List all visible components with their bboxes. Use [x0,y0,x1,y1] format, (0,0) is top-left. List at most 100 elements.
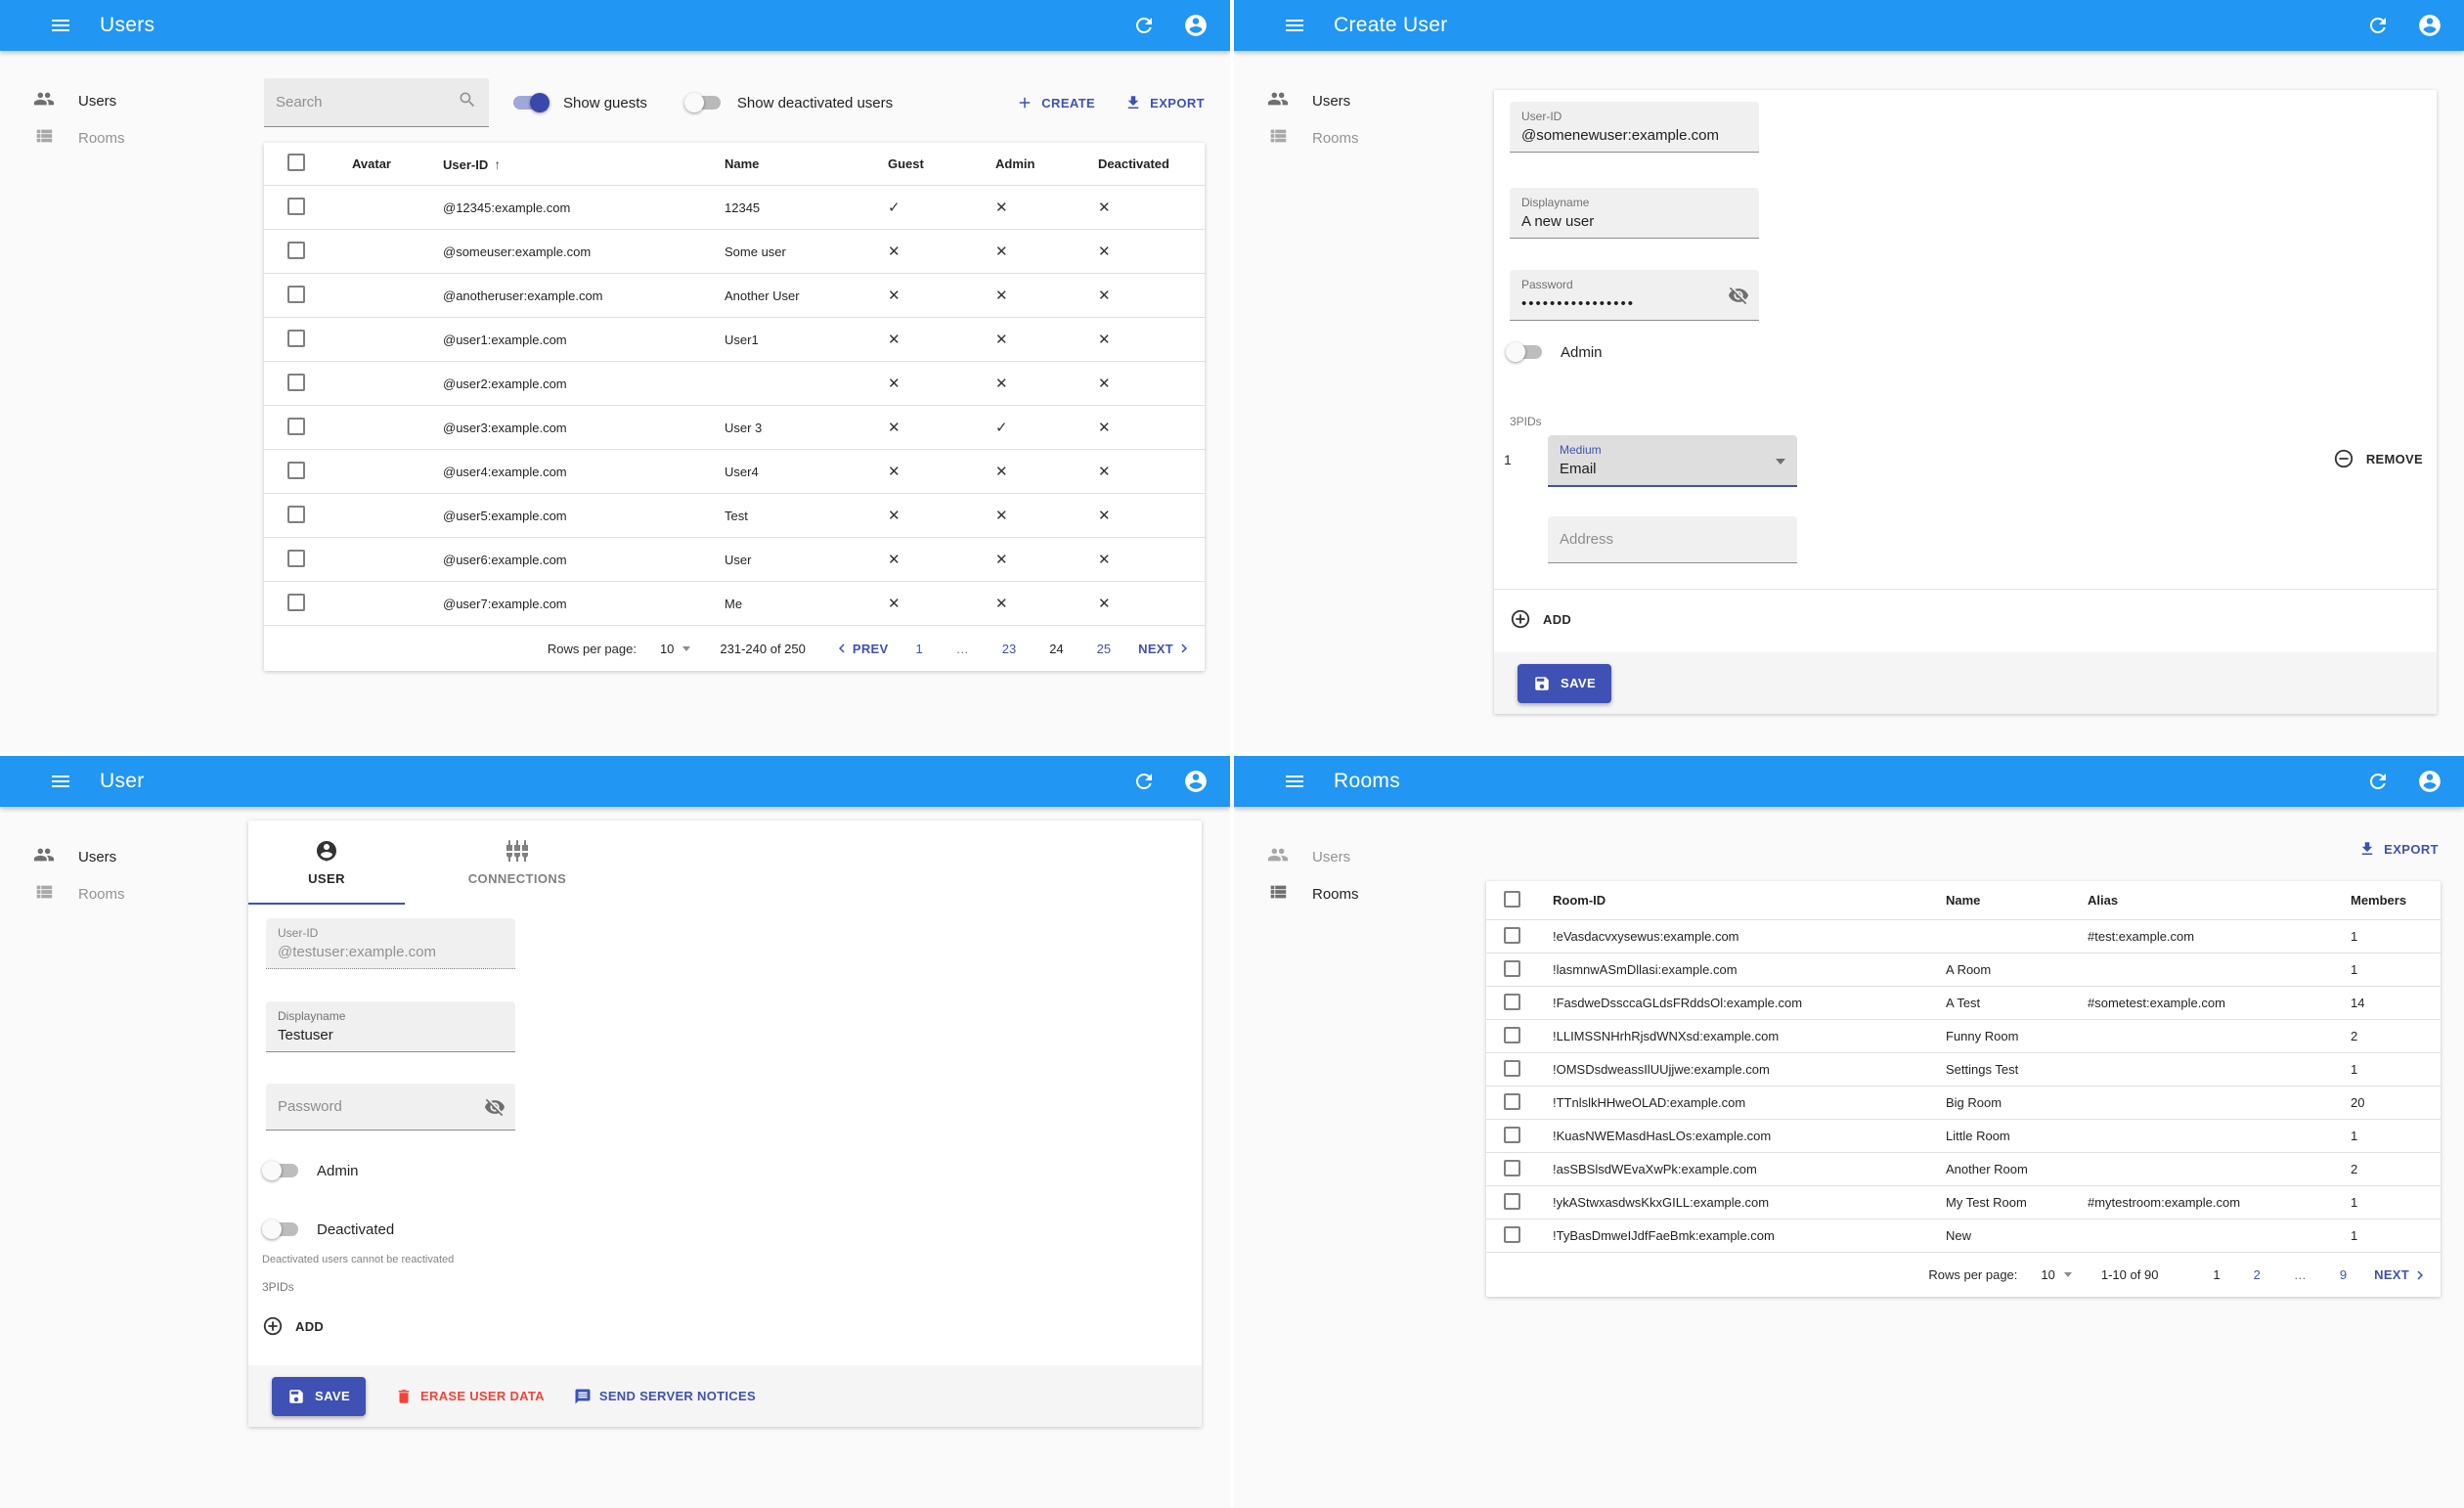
prev-page-button[interactable]: PREV [833,640,889,657]
table-row[interactable]: @user3:example.com User 3 ✕ ✓ ✕ [264,406,1205,450]
sidebar-item-rooms[interactable]: Rooms [0,119,252,156]
row-checkbox[interactable] [287,329,305,347]
visibility-off-icon[interactable] [484,1096,506,1118]
sidebar-item-users[interactable]: Users [1234,82,1486,119]
row-checkbox[interactable] [1504,1092,1520,1110]
table-row[interactable]: @anotheruser:example.com Another User ✕ ✕ ✕ [264,274,1205,318]
page-number[interactable]: 25 [1097,642,1111,656]
show-deactivated-switch[interactable] [683,91,724,114]
export-button[interactable]: EXPORT [2358,840,2439,858]
table-row[interactable]: !TTnlslkHHweOLAD:example.com Big Room 20 [1486,1087,2441,1120]
password-field[interactable]: Password [266,1084,515,1131]
page-number[interactable]: 9 [2340,1267,2347,1282]
password-field[interactable]: Password •••••••••••••••• [1510,270,1759,321]
menu-icon[interactable] [1283,770,1306,793]
next-page-button[interactable]: NEXT [2374,1266,2429,1284]
show-guests-switch[interactable] [510,91,550,114]
table-row[interactable]: !LLIMSSNHrhRjsdWNXsd:example.com Funny Ro… [1486,1020,2441,1053]
table-row[interactable]: !asSBSlsdWEvaXwPk:example.com Another Roo… [1486,1153,2441,1186]
save-button[interactable]: SAVE [272,1376,367,1416]
table-row[interactable]: !FasdweDssccaGLdsFRddsOl:example.com A Te… [1486,987,2441,1020]
menu-icon[interactable] [49,770,72,793]
account-circle-icon[interactable] [2417,13,2442,38]
header-room-id[interactable]: Room-ID [1529,893,1946,908]
account-circle-icon[interactable] [1183,769,1209,794]
row-checkbox[interactable] [1504,959,1520,977]
row-checkbox[interactable] [287,373,305,391]
row-checkbox[interactable] [287,197,305,215]
row-checkbox[interactable] [1504,1159,1520,1176]
user-id-field[interactable]: User-ID @somenewuser:example.com [1510,102,1759,153]
add-threepid-button[interactable]: ADD [1510,608,1571,630]
table-row[interactable]: @user1:example.com User1 ✕ ✕ ✕ [264,318,1205,362]
menu-icon[interactable] [49,14,72,37]
header-alias[interactable]: Alias [2088,893,2347,908]
header-name[interactable]: Name [719,156,880,171]
table-row[interactable]: @user4:example.com User4 ✕ ✕ ✕ [264,450,1205,494]
page-number[interactable]: 1 [2213,1267,2220,1282]
rows-per-page-select[interactable]: 10 [2041,1267,2072,1282]
refresh-icon[interactable] [1132,770,1156,793]
send-server-notices-button[interactable]: SEND SERVER NOTICES [574,1388,756,1405]
page-number[interactable]: 23 [1002,642,1016,656]
select-all-checkbox[interactable] [1504,890,1520,908]
row-checkbox[interactable] [287,593,305,611]
displayname-field[interactable]: Displayname A new user [1510,188,1759,239]
account-circle-icon[interactable] [2417,769,2442,794]
row-checkbox[interactable] [287,417,305,435]
displayname-field[interactable]: Displayname Testuser [266,1001,515,1052]
row-checkbox[interactable] [287,461,305,479]
table-row[interactable]: !KuasNWEMasdHasLOs:example.com Little Roo… [1486,1120,2441,1153]
tab-connections[interactable]: CONNECTIONS [405,821,630,905]
page-number[interactable]: 1 [915,642,922,656]
export-button[interactable]: EXPORT [1124,94,1205,111]
row-checkbox[interactable] [1504,993,1520,1010]
select-all-checkbox[interactable] [287,154,305,171]
deactivated-switch[interactable] [262,1218,301,1241]
table-row[interactable]: !TyBasDmweIJdfFaeBmk:example.com New 1 [1486,1220,2441,1253]
row-checkbox[interactable] [1504,1126,1520,1143]
header-name[interactable]: Name [1946,893,2088,908]
address-field[interactable]: Address [1548,516,1797,563]
table-row[interactable]: @user7:example.com Me ✕ ✕ ✕ [264,582,1205,626]
admin-switch[interactable] [262,1159,301,1182]
table-row[interactable]: !lasmnwASmDllasi:example.com A Room 1 [1486,954,2441,987]
next-page-button[interactable]: NEXT [1138,640,1193,657]
admin-switch[interactable] [1506,340,1545,364]
table-row[interactable]: @user2:example.com ✕ ✕ ✕ [264,362,1205,406]
refresh-icon[interactable] [2366,770,2390,793]
table-row[interactable]: @someuser:example.com Some user ✕ ✕ ✕ [264,230,1205,274]
account-circle-icon[interactable] [1183,13,1209,38]
table-row[interactable]: @user5:example.com Test ✕ ✕ ✕ [264,494,1205,538]
sidebar-item-users[interactable]: Users [1234,838,1486,875]
sidebar-item-rooms[interactable]: Rooms [1234,119,1486,156]
table-row[interactable]: @12345:example.com 12345 ✓ ✕ ✕ [264,186,1205,230]
create-button[interactable]: CREATE [1016,94,1095,111]
row-checkbox[interactable] [1504,1059,1520,1077]
medium-select[interactable]: Medium Email [1548,435,1797,487]
refresh-icon[interactable] [1132,14,1156,37]
page-number[interactable]: 24 [1049,642,1063,656]
erase-user-data-button[interactable]: ERASE USER DATA [395,1388,545,1405]
header-guest[interactable]: Guest [880,156,988,171]
sidebar-item-rooms[interactable]: Rooms [0,875,252,912]
add-threepid-button[interactable]: ADD [262,1315,324,1337]
tab-user[interactable]: USER [248,821,405,905]
header-admin[interactable]: Admin [988,156,1090,171]
row-checkbox[interactable] [1504,1225,1520,1243]
save-button[interactable]: SAVE [1518,663,1612,703]
menu-icon[interactable] [1283,14,1306,37]
table-row[interactable]: !eVasdacvxysewus:example.com #test:exampl… [1486,920,2441,954]
sidebar-item-users[interactable]: Users [0,82,252,119]
page-number[interactable]: 2 [2254,1267,2261,1282]
row-checkbox[interactable] [1504,1026,1520,1043]
sidebar-item-rooms[interactable]: Rooms [1234,875,1486,912]
table-row[interactable]: !OMSDsdweassIlUUjjwe:example.com Settings… [1486,1053,2441,1087]
row-checkbox[interactable] [287,549,305,567]
row-checkbox[interactable] [287,505,305,523]
rows-per-page-select[interactable]: 10 [660,642,691,656]
sidebar-item-users[interactable]: Users [0,838,252,875]
search-input[interactable] [276,94,442,111]
remove-threepid-button[interactable]: REMOVE [2333,448,2423,469]
row-checkbox[interactable] [287,241,305,259]
